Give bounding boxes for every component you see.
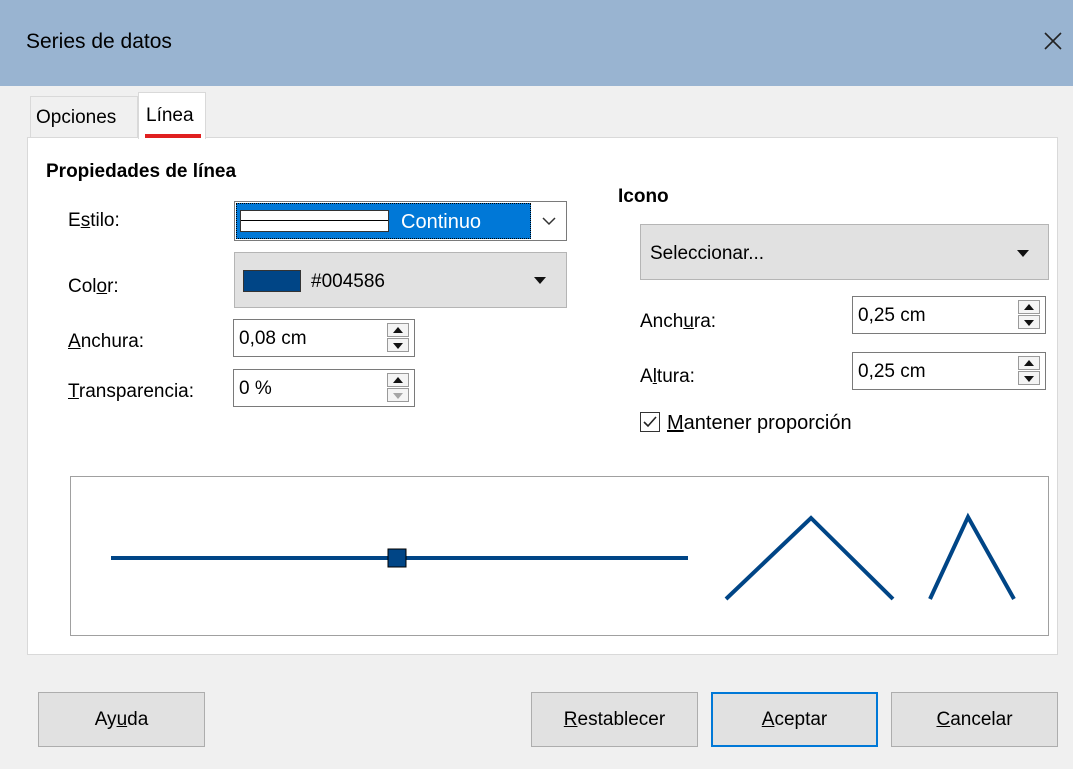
arrow-up-icon <box>393 327 403 333</box>
icon-width-value: 0,25 cm <box>858 305 926 326</box>
line-properties-heading: Propiedades de línea <box>46 161 237 182</box>
style-value: Continuo <box>401 211 482 233</box>
width-label: Anchura: <box>68 331 145 352</box>
color-swatch <box>243 270 301 292</box>
help-button[interactable]: Ayuda <box>38 692 205 747</box>
transparency-label: Transparencia: <box>68 381 195 402</box>
preview-symbol <box>387 548 407 568</box>
tab-linea[interactable]: Línea <box>138 92 206 139</box>
tab-opciones[interactable]: Opciones <box>30 96 138 138</box>
checkmark-icon <box>643 416 657 428</box>
chevron-down-icon <box>542 217 556 226</box>
ok-button[interactable]: Aceptar <box>711 692 878 747</box>
icon-height-spinbox[interactable]: 0,25 cm <box>852 352 1046 390</box>
preview-narrow-peak <box>928 512 1016 600</box>
arrow-down-icon <box>1024 376 1034 382</box>
icon-height-increment-button[interactable] <box>1018 356 1040 370</box>
keep-ratio-checkbox[interactable] <box>640 412 660 432</box>
transparency-decrement-button[interactable] <box>387 388 409 402</box>
arrow-up-icon <box>393 377 403 383</box>
icon-height-value: 0,25 cm <box>858 361 926 382</box>
arrow-up-icon <box>1024 304 1034 310</box>
icon-width-spinbox[interactable]: 0,25 cm <box>852 296 1046 334</box>
cancel-button[interactable]: Cancelar <box>891 692 1058 747</box>
title-bar: Series de datos <box>0 0 1073 86</box>
line-width-increment-button[interactable] <box>387 323 409 337</box>
window-title: Series de datos <box>26 30 172 53</box>
icon-width-decrement-button[interactable] <box>1018 315 1040 329</box>
style-dropdown[interactable]: Continuo <box>234 201 567 241</box>
arrow-down-icon <box>393 343 403 349</box>
line-width-value: 0,08 cm <box>239 328 307 349</box>
line-preview-graphic <box>111 512 1016 601</box>
tab-linea-label: Línea <box>146 105 194 126</box>
arrow-down-icon <box>1024 320 1034 326</box>
style-dropdown-button[interactable] <box>534 204 564 238</box>
color-dropdown[interactable]: #004586 <box>234 252 567 308</box>
preview-wide-peak <box>724 515 895 601</box>
icon-select-value: Seleccionar... <box>650 243 765 264</box>
close-icon[interactable] <box>1038 26 1068 56</box>
arrow-down-icon <box>393 393 403 399</box>
line-width-decrement-button[interactable] <box>387 338 409 352</box>
line-preview <box>70 476 1049 636</box>
color-value: #004586 <box>311 271 385 292</box>
icon-heading: Icono <box>618 186 669 207</box>
caret-down-icon <box>1017 250 1029 257</box>
icon-select-dropdown[interactable]: Seleccionar... <box>640 224 1049 280</box>
icon-width-label: Anchura: <box>640 311 717 332</box>
caret-down-icon <box>534 277 546 284</box>
active-tab-indicator <box>145 134 201 138</box>
line-width-spinbox[interactable]: 0,08 cm <box>233 319 415 357</box>
icon-height-decrement-button[interactable] <box>1018 371 1040 385</box>
icon-height-label: Altura: <box>640 366 695 387</box>
transparency-increment-button[interactable] <box>387 373 409 387</box>
transparency-spinbox[interactable]: 0 % <box>233 369 415 407</box>
style-label: Estilo: <box>68 210 120 231</box>
reset-button[interactable]: Restablecer <box>531 692 698 747</box>
keep-ratio-label[interactable]: Mantener proporción <box>667 412 852 435</box>
tab-opciones-label: Opciones <box>36 107 117 128</box>
color-label: Color: <box>68 276 119 297</box>
transparency-value: 0 % <box>239 378 272 399</box>
icon-width-increment-button[interactable] <box>1018 300 1040 314</box>
line-style-sample <box>240 210 389 232</box>
arrow-up-icon <box>1024 360 1034 366</box>
